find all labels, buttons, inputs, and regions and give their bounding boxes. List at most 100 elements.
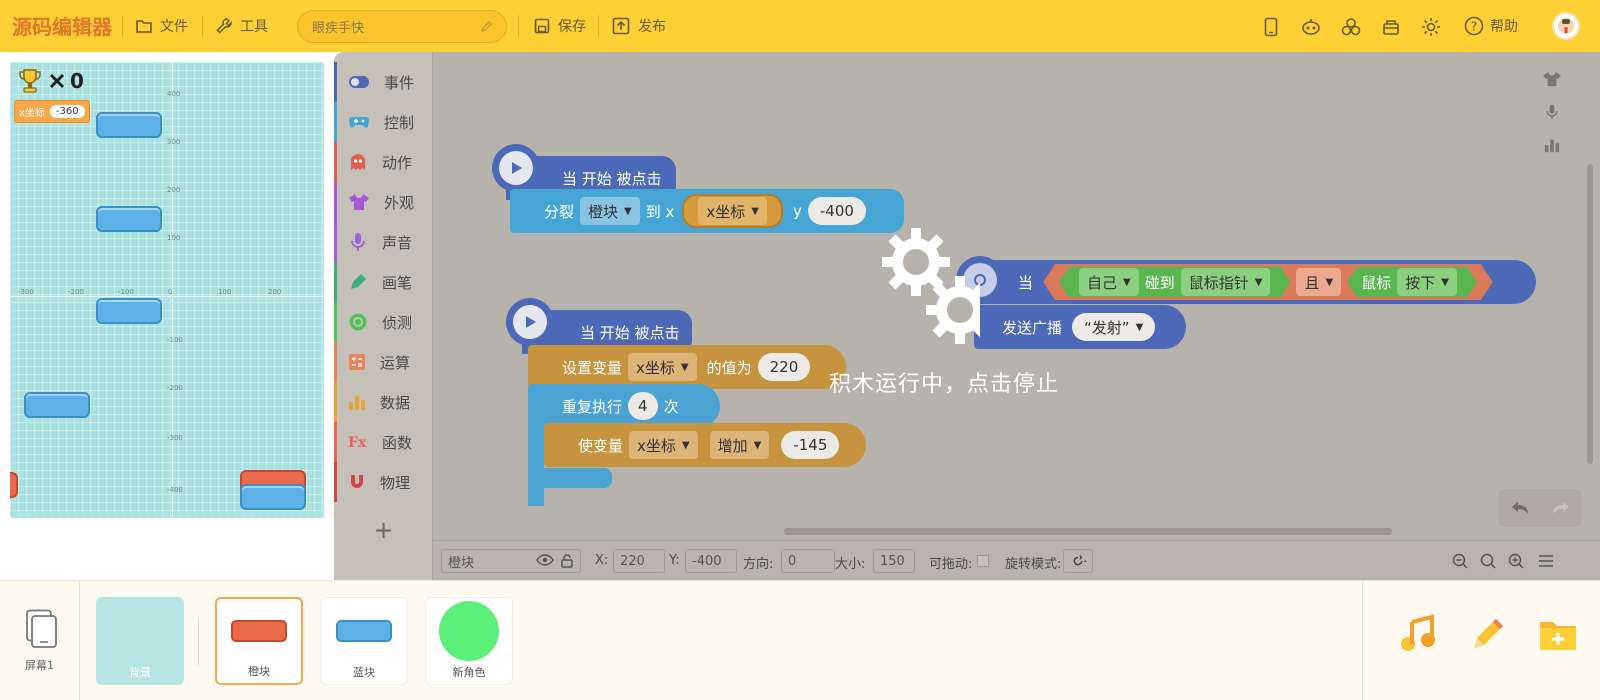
running-stop-hint[interactable]: 积木运行中，点击停止 [829,366,1059,398]
repeat-count-input[interactable]: 4 [628,392,658,420]
variable-dropdown[interactable]: x坐标 ▼ [698,197,767,225]
dropdown-value: 且 [1304,273,1320,292]
orange-brick-sprite[interactable] [10,472,18,498]
pencil-paint-icon[interactable] [1465,611,1511,657]
y-input[interactable]: -400 [685,549,737,573]
sound-microphone-icon[interactable] [1537,97,1567,127]
dropdown-value: x坐标 [636,358,675,377]
clone-to-xy-block[interactable]: 分裂 橙块 ▼ 到 x x坐标 ▼ y -400 [510,189,904,233]
unlock-icon[interactable] [560,554,574,568]
set-value-input[interactable]: 220 [757,353,811,381]
user-avatar[interactable] [1552,12,1580,40]
blue-brick-sprite[interactable] [96,206,162,232]
vertical-scrollbar[interactable] [1587,164,1593,464]
logic-operator-dropdown[interactable]: 且 ▼ [1296,268,1341,296]
sprite-name-field[interactable]: 橙块 [441,549,581,573]
save-button[interactable]: 保存 [534,16,586,36]
category-pen[interactable]: 画笔 [334,262,433,302]
category-control[interactable]: 控制 [334,102,433,142]
broadcast-message-dropdown[interactable]: “发射” ▼ [1072,313,1156,341]
mouse-state-dropdown[interactable]: 按下 ▼ [1397,268,1457,296]
blue-brick-sprite[interactable] [24,392,90,418]
scripts-area[interactable]: 当 开始 被点击 分裂 橙块 ▼ 到 x x坐标 ▼ y -400 当 自己 ▼ 碰到… [434,52,1600,540]
x-input[interactable]: 220 [613,549,665,573]
category-operators[interactable]: 运算 [334,342,433,382]
screen-selector[interactable]: 屏幕1 [0,581,80,700]
sprite-card-orange-brick[interactable]: 橙块 [215,597,303,685]
add-extension-button[interactable]: + [334,510,433,550]
rotation-mode-dropdown[interactable] [1063,549,1093,573]
gift-box-icon[interactable] [1380,16,1402,38]
folder-icon [136,20,152,33]
sprite-card-background[interactable]: 背景 [96,597,184,685]
chevron-down-icon: ▼ [1254,276,1263,288]
help-button[interactable]: ? 帮助 [1464,16,1518,36]
category-events[interactable]: 事件 [334,62,433,102]
publish-button[interactable]: 发布 [612,16,666,36]
size-input[interactable]: 150 [873,549,915,573]
when-condition-block[interactable]: 当 自己 ▼ 碰到 鼠标指针 ▼ 且 ▼ 鼠标 按下 ▼ [956,260,1536,304]
change-mode-dropdown[interactable]: 增加 ▼ [709,431,770,459]
broadcast-block[interactable]: 发送广播 “发射” ▼ [974,305,1186,349]
variable-dropdown[interactable]: x坐标 ▼ [629,431,698,459]
clone-target-dropdown[interactable]: 橙块 ▼ [580,197,640,225]
undo-icon[interactable] [1510,500,1530,516]
block-text: 鼠标 [1361,273,1392,292]
cluster-icon[interactable] [1340,16,1362,38]
stage-canvas[interactable]: -300 -200 -100 0 100 200 400 300 200 100 -100 -200 -… [10,62,324,518]
project-name-input[interactable]: 眼疾手快 [297,10,507,43]
menu-icon[interactable] [1535,550,1557,572]
touch-target-dropdown[interactable]: 鼠标指针 ▼ [1181,268,1271,296]
sprite-card-blue-brick[interactable]: 蓝块 [320,597,408,685]
robot-icon[interactable] [1300,16,1322,38]
mouse-pressed-block[interactable]: 鼠标 按下 ▼ [1347,267,1477,297]
axis-tick-label: -300 [18,288,34,296]
direction-input[interactable]: 0 [781,549,835,573]
redo-icon[interactable] [1551,500,1571,516]
draggable-checkbox[interactable] [977,555,989,567]
zoom-out-icon[interactable] [1449,550,1471,572]
category-sensing[interactable]: 侦测 [334,302,433,342]
data-chart-icon[interactable] [1537,130,1567,160]
category-motion[interactable]: 动作 [334,142,433,182]
category-physics[interactable]: 物理 [334,462,433,502]
category-data[interactable]: 数据 [334,382,433,422]
dropdown-value: x坐标 [706,202,746,221]
sprite-card-new-sprite[interactable]: 新角色 [425,597,513,685]
music-note-icon[interactable] [1395,611,1441,657]
settings-gear-icon[interactable] [1420,16,1442,38]
touching-block[interactable]: 自己 ▼ 碰到 鼠标指针 ▼ [1059,267,1290,297]
and-operator-block[interactable]: 自己 ▼ 碰到 鼠标指针 ▼ 且 ▼ 鼠标 按下 ▼ [1043,264,1493,300]
change-amount-input[interactable]: -145 [781,431,840,459]
variable-dropdown[interactable]: x坐标 ▼ [628,353,697,381]
zoom-reset-icon[interactable] [1477,550,1499,572]
dropdown-value: 橙块 [588,202,619,221]
blue-brick-sprite[interactable] [240,484,306,510]
file-menu[interactable]: 文件 [136,16,188,36]
axis-tick-label: 200 [268,288,282,296]
category-label: 事件 [384,73,415,92]
x-label: X: [595,553,609,568]
y-value-input[interactable]: -400 [807,197,866,225]
start-flag-icon [492,144,540,192]
blue-brick-sprite[interactable] [96,112,162,138]
category-sound[interactable]: 声音 [334,222,433,262]
horizontal-scrollbar[interactable] [784,528,1392,535]
phone-preview-icon[interactable] [1260,16,1282,38]
blue-brick-sprite[interactable] [96,298,162,324]
costume-shirt-icon[interactable] [1537,64,1567,94]
repeat-block[interactable]: 重复执行 4 次 [528,384,720,428]
add-folder-icon[interactable] [1535,611,1581,657]
variable-monitor[interactable]: x坐标 -360 [14,100,90,123]
x-variable-reporter[interactable]: x坐标 ▼ [682,194,783,228]
category-functions[interactable]: Fx 函数 [334,422,433,462]
running-gears-icon [882,228,980,344]
zoom-in-icon[interactable] [1505,550,1527,572]
touch-self-dropdown[interactable]: 自己 ▼ [1079,268,1139,296]
shirt-icon [349,194,369,210]
eye-icon[interactable] [536,554,554,566]
set-variable-block[interactable]: 设置变量 x坐标 ▼ 的值为 220 [528,345,846,389]
category-looks[interactable]: 外观 [334,182,433,222]
tools-menu[interactable]: 工具 [216,16,268,36]
change-variable-block[interactable]: 使变量 x坐标 ▼ 增加 ▼ -145 [544,423,866,467]
